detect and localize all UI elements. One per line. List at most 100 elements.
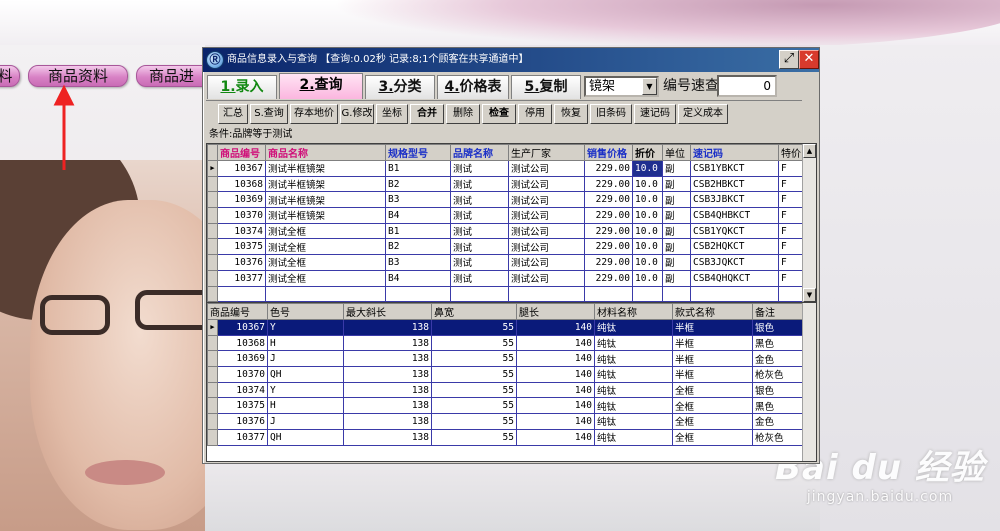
spec-grid[interactable]: 商品编号 色号 最大斜长 鼻宽 腿长 材料名称 款式名称 备注 ▶ 10367 Y 1… [206,302,817,462]
row-indicator[interactable] [207,254,218,271]
merge-button[interactable]: 合并 [410,104,444,124]
product-grid-scrollbar[interactable]: ▲ ▼ [802,144,816,302]
table-cell[interactable]: 测试公司 [508,254,585,271]
table-row[interactable]: 10377 QH 138 55 140 纯钛 全框 枪灰色 [207,428,816,446]
table-cell[interactable]: 测试半框镜架 [265,175,386,193]
table-cell[interactable]: 测试公司 [508,207,585,224]
table-cell[interactable]: CSB2HBKCT [690,175,779,193]
table-cell[interactable]: B3 [385,191,451,209]
table-cell[interactable]: 10377 [217,428,268,446]
column-header[interactable]: 鼻宽 [431,303,517,320]
tab-query[interactable]: 2.查询 [279,73,363,99]
table-cell[interactable]: 10368 [217,175,266,193]
nav-button-product-info[interactable]: 商品资料 [28,65,128,87]
table-cell[interactable]: B1 [385,222,451,240]
row-indicator[interactable] [207,238,218,256]
table-cell[interactable]: 副 [662,160,691,177]
disable-button[interactable]: 停用 [518,104,552,124]
table-row[interactable]: 10370 QH 138 55 140 纯钛 半框 枪灰色 [207,366,816,383]
table-cell[interactable]: 229.00 [584,269,633,287]
table-cell[interactable]: 10.0 [632,222,663,240]
old-barcode-button[interactable]: 旧条码 [590,104,632,124]
table-row[interactable]: ▶ 10367 Y 138 55 140 纯钛 半框 银色 [207,319,816,336]
modify-button[interactable]: G.修改 [340,104,374,124]
table-cell[interactable]: Y [267,381,344,399]
column-header[interactable]: 色号 [267,303,344,320]
table-cell[interactable]: F [778,269,804,287]
table-cell[interactable]: 229.00 [584,238,633,256]
table-cell[interactable]: 测试半框镜架 [265,191,386,209]
table-cell[interactable]: 全框 [672,397,753,415]
table-cell[interactable]: CSB2HQKCT [690,238,779,256]
column-header[interactable]: 单位 [662,144,691,161]
table-cell[interactable]: 测试 [450,175,509,193]
table-cell[interactable]: 测试公司 [508,269,585,287]
column-header[interactable]: 款式名称 [672,303,753,320]
table-cell[interactable]: 测试全框 [265,222,386,240]
table-cell[interactable]: 副 [662,175,691,193]
row-indicator[interactable] [207,175,218,193]
table-cell[interactable]: 测试公司 [508,191,585,209]
column-header[interactable]: 腿长 [516,303,595,320]
table-cell[interactable]: 测试半框镜架 [265,160,386,177]
table-row[interactable]: 10374 Y 138 55 140 纯钛 全框 银色 [207,381,816,399]
table-cell[interactable]: 测试公司 [508,222,585,240]
row-indicator[interactable] [207,397,218,415]
table-cell[interactable]: 10.0 [632,238,663,256]
table-cell[interactable]: 测试 [450,238,509,256]
table-row[interactable]: 10375 测试全框 B2 测试 测试公司 229.00 10.0 副 CSB2HQKCT F [207,238,804,256]
column-header[interactable]: 商品名称 [265,144,386,161]
table-cell[interactable]: B4 [385,269,451,287]
table-row[interactable]: 10374 测试全框 B1 测试 测试公司 229.00 10.0 副 CSB1YQKCT F [207,222,804,240]
summary-button[interactable]: 汇总 [218,104,248,124]
table-cell[interactable]: B4 [385,207,451,224]
table-cell[interactable]: 55 [431,334,517,352]
table-cell[interactable]: 10369 [217,350,268,368]
table-cell[interactable]: CSB4QHBKCT [690,207,779,224]
scroll-down-icon[interactable]: ▼ [803,288,816,302]
table-cell[interactable]: 全框 [672,428,753,446]
table-row[interactable]: 10368 测试半框镜架 B2 测试 测试公司 229.00 10.0 副 CSB2HBKCT F [207,175,804,193]
column-header[interactable]: 规格型号 [385,144,451,161]
chevron-down-icon[interactable]: ▼ [642,78,657,95]
table-cell[interactable]: 10.0 [632,207,663,224]
table-cell[interactable]: 138 [343,381,432,399]
table-cell[interactable]: F [778,238,804,256]
table-cell[interactable]: 测试 [450,160,509,177]
table-cell[interactable]: CSB3JBKCT [690,191,779,209]
table-cell[interactable]: 138 [343,350,432,368]
table-cell[interactable]: 半框 [672,334,753,352]
column-header[interactable]: 生产厂家 [508,144,585,161]
table-cell[interactable]: 55 [431,366,517,383]
table-cell[interactable]: F [778,222,804,240]
row-indicator[interactable] [207,413,218,430]
restore-button[interactable]: 恢复 [554,104,588,124]
table-cell[interactable]: 半框 [672,366,753,383]
table-cell[interactable]: 副 [662,222,691,240]
table-cell[interactable]: 测试全框 [265,269,386,287]
table-cell[interactable]: F [778,191,804,209]
category-combo[interactable]: 镜架 ▼ [584,76,659,97]
table-cell[interactable]: 229.00 [584,207,633,224]
table-cell[interactable]: 10375 [217,397,268,415]
table-cell[interactable]: J [267,350,344,368]
nav-button-partial[interactable]: 料 [0,65,20,87]
table-cell[interactable]: 229.00 [584,254,633,271]
column-header[interactable]: 折价 [632,144,663,161]
table-cell[interactable]: CSB3JQKCT [690,254,779,271]
table-cell[interactable]: 纯钛 [594,366,673,383]
window-titlebar[interactable]: Ⓡ 商品信息录入与查询 【查询:0.02秒 记录:8;1个顾客在共享通道中】 ⤢… [203,48,819,72]
column-header[interactable]: 最大斜长 [343,303,432,320]
table-cell[interactable]: F [778,175,804,193]
table-cell[interactable]: B1 [385,160,451,177]
table-cell[interactable]: J [267,413,344,430]
table-cell[interactable]: 测试 [450,222,509,240]
column-header[interactable]: 商品编号 [207,303,268,320]
table-cell[interactable]: 10.0 [632,175,663,193]
restore-icon[interactable]: ⤢ [779,50,799,69]
table-cell[interactable]: 测试 [450,269,509,287]
tab-price-list[interactable]: 4.价格表 [437,75,509,99]
table-cell[interactable]: 测试公司 [508,160,585,177]
table-cell[interactable]: 138 [343,413,432,430]
table-cell[interactable]: F [778,207,804,224]
